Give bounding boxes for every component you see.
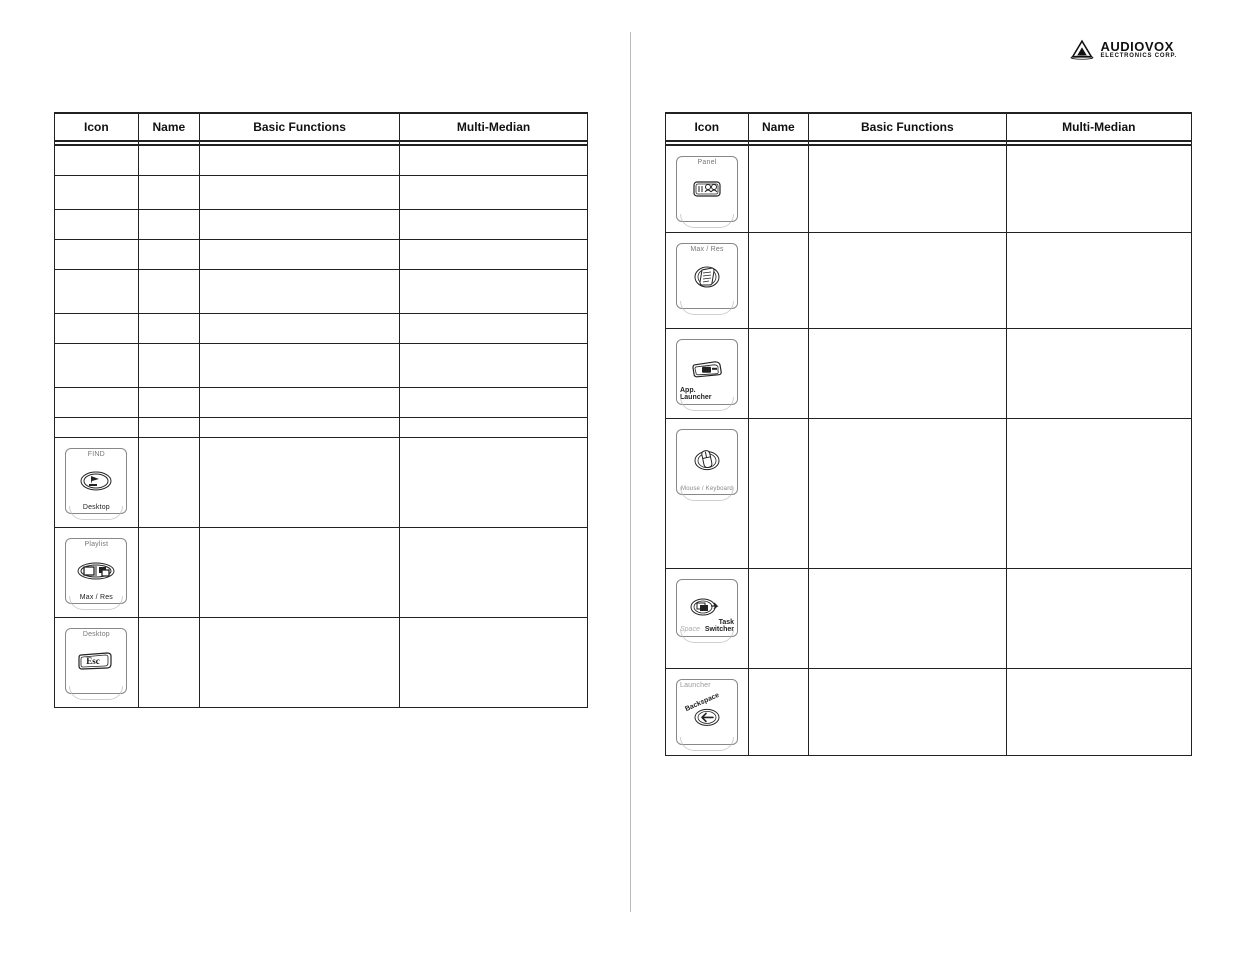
table-row: App. Launcher: [666, 329, 1192, 419]
table-row: [55, 343, 588, 387]
th-name: Name: [138, 113, 199, 141]
table-row: [55, 387, 588, 417]
table-right: Icon Name Basic Functions Multi-Median P…: [665, 112, 1192, 756]
key-mouse-keyboard-icon: Mouse / Keyboard: [672, 425, 742, 499]
table-row: [55, 239, 588, 269]
page-left: Icon Name Basic Functions Multi-Median: [26, 32, 616, 912]
table-row: [55, 209, 588, 239]
table-row: [55, 269, 588, 313]
table-row: Launcher Backspace: [666, 669, 1192, 756]
key-maxres-icon: Max / Res: [672, 239, 742, 313]
table-row: Desktop Esc: [55, 617, 588, 707]
table-row: [55, 417, 588, 437]
table-row: Playlist Max / Res: [55, 527, 588, 617]
th-func: Basic Functions: [199, 113, 399, 141]
table-left: Icon Name Basic Functions Multi-Median: [54, 112, 588, 708]
th-name: Name: [748, 113, 808, 141]
key-backspace-icon: Launcher Backspace: [672, 675, 742, 749]
page-right: Icon Name Basic Functions Multi-Median P…: [630, 32, 1220, 912]
svg-text:Esc: Esc: [87, 656, 101, 666]
table-row: [55, 145, 588, 175]
th-icon: Icon: [666, 113, 749, 141]
key-find-desktop-icon: FIND Desktop: [61, 444, 131, 518]
table-row: Mouse / Keyboard: [666, 419, 1192, 569]
th-icon: Icon: [55, 113, 139, 141]
key-desktop-esc-icon: Desktop Esc: [61, 624, 131, 698]
th-func: Basic Functions: [809, 113, 1007, 141]
table-row: [55, 313, 588, 343]
table-row: Max / Res: [666, 233, 1192, 329]
key-playlist-maxres-icon: Playlist Max / Res: [61, 534, 131, 608]
key-app-launcher-icon: App. Launcher: [672, 335, 742, 409]
key-panel-icon: Panel: [672, 152, 742, 226]
th-mm: Multi-Median: [1006, 113, 1191, 141]
table-row: FIND Desktop: [55, 437, 588, 527]
table-row: [55, 175, 588, 209]
table-row: Task Switcher Space: [666, 569, 1192, 669]
th-mm: Multi-Median: [400, 113, 588, 141]
table-row: Panel: [666, 145, 1192, 233]
key-task-switcher-icon: Task Switcher Space: [672, 575, 742, 641]
